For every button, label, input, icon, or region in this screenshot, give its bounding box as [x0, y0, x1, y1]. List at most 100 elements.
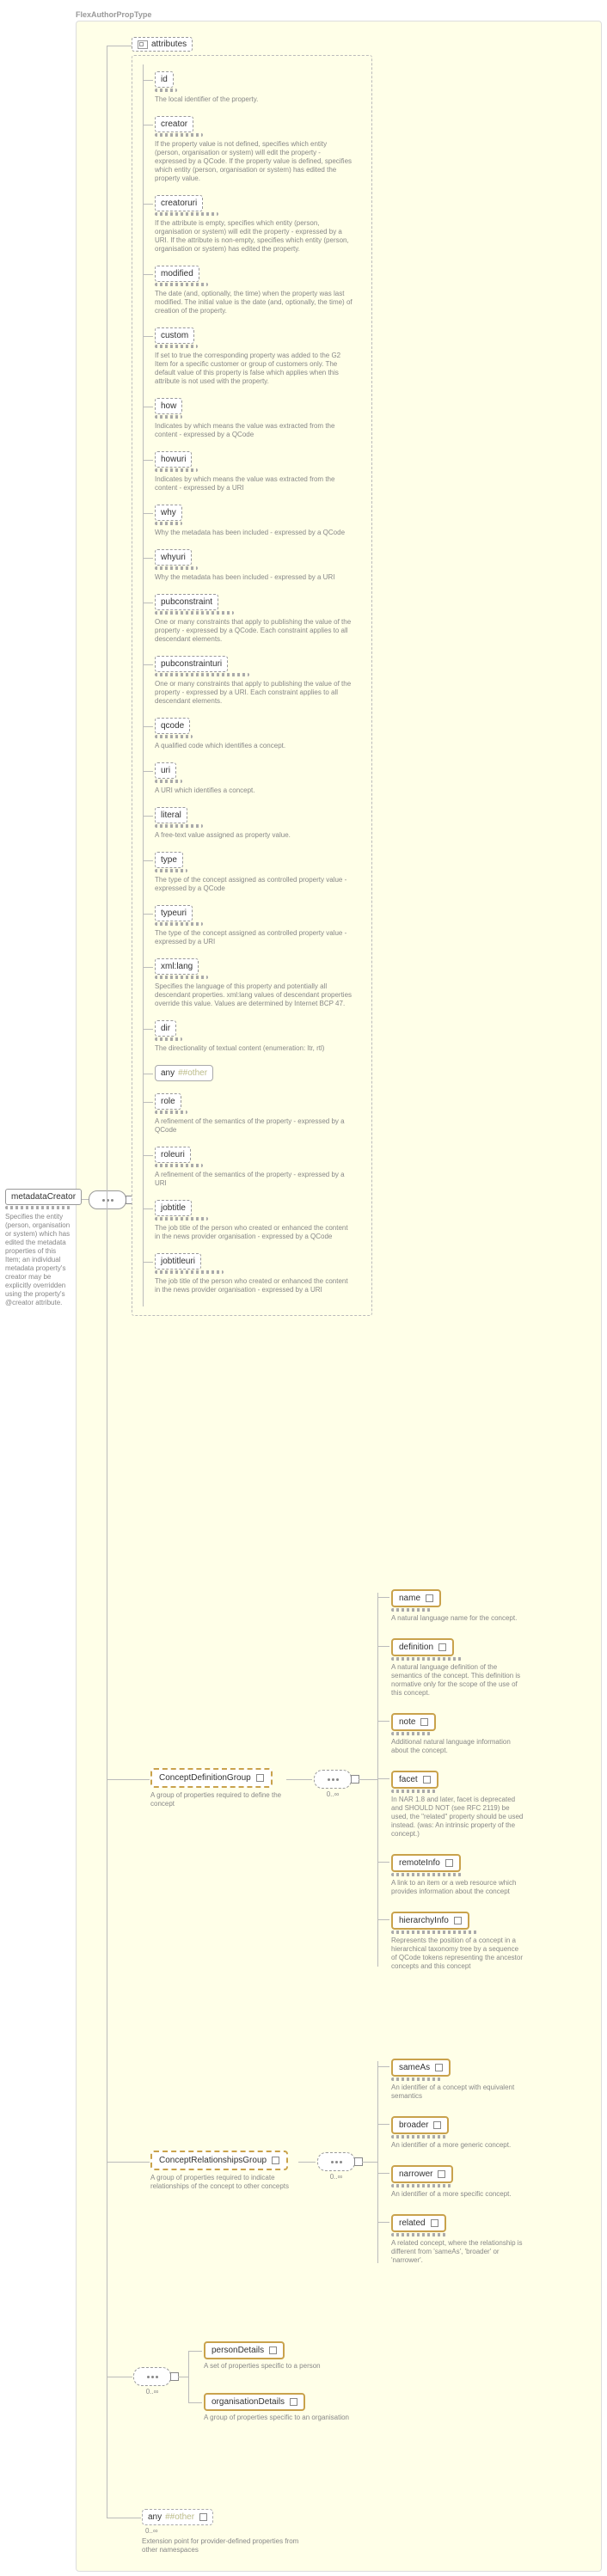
element-label: sameAs — [399, 2063, 430, 2072]
attribute-badge: why — [155, 505, 182, 521]
decorator — [391, 2233, 446, 2236]
decorator — [391, 1790, 436, 1793]
attribute-label: custom — [161, 331, 188, 340]
type-container: attributes idThe local identifier of the… — [76, 21, 602, 2572]
extension-any: any ##other 0..∞ Extension point for pro… — [142, 2509, 305, 2555]
decorator — [155, 283, 208, 286]
decorator — [155, 133, 203, 137]
connector — [143, 204, 153, 205]
decorator — [155, 673, 249, 676]
attribute-desc: If the attribute is empty, specifies whi… — [155, 219, 353, 254]
connector — [143, 1102, 153, 1103]
element-badge: organisationDetails — [204, 2393, 305, 2411]
connector — [298, 2162, 316, 2163]
attribute-id: id The local identifier of the property. — [155, 71, 363, 104]
attribute-desc: Indicates by which means the value was e… — [155, 475, 353, 493]
connector — [107, 2162, 150, 2163]
element-badge: related — [391, 2214, 446, 2232]
attribute-desc: The type of the concept assigned as cont… — [155, 929, 353, 946]
cardinality: 0..∞ — [145, 2527, 305, 2535]
attribute-desc: Why the metadata has been included - exp… — [155, 529, 353, 537]
attribute-desc: Why the metadata has been included - exp… — [155, 573, 353, 582]
attribute-badge: literal — [155, 807, 187, 823]
attribute-label: id — [161, 75, 168, 84]
attribute-desc: The directionality of textual content (e… — [155, 1044, 353, 1053]
connector — [143, 816, 153, 817]
child-remoteinfo: remoteInfoA link to an item or a web res… — [391, 1854, 537, 1896]
attribute-custom: customIf set to true the corresponding p… — [155, 327, 363, 386]
connector — [359, 1779, 377, 1780]
decorator — [391, 1608, 431, 1612]
child-related: relatedA related concept, where the rela… — [391, 2214, 537, 2265]
element-label: metadataCreator — [11, 1192, 76, 1202]
attribute-label: qcode — [161, 721, 184, 731]
attribute-label: literal — [161, 811, 181, 820]
element-label: definition — [399, 1643, 433, 1652]
connector — [143, 558, 153, 559]
element-badge: sameAs — [391, 2059, 451, 2077]
attribute-typeuri: typeuri The type of the concept assigned … — [155, 905, 363, 946]
any-label: any — [148, 2512, 162, 2522]
organisation-details: organisationDetails A group of propertie… — [204, 2393, 349, 2422]
child-hierarchyinfo: hierarchyInfoRepresents the position of … — [391, 1912, 537, 1971]
attribute-badge: creator — [155, 116, 193, 132]
attribute-label: creatoruri — [161, 199, 197, 208]
sequence-compositor: 0..∞ — [314, 1770, 352, 1798]
decorator — [155, 212, 218, 216]
decorator — [155, 780, 182, 783]
attribute-xmllang: xml:langSpecifies the language of this p… — [155, 958, 363, 1008]
connector — [143, 1208, 153, 1209]
element-desc: Specifies the entity (person, organisati… — [5, 1213, 71, 1307]
element-label: note — [399, 1717, 415, 1727]
attribute-label: xml:lang — [161, 962, 193, 971]
element-label: organisationDetails — [212, 2397, 285, 2407]
connector — [377, 1593, 378, 1967]
attribute-label: type — [161, 855, 177, 865]
attribute-type: typeThe type of the concept assigned as … — [155, 852, 363, 893]
attribute-desc: If the property value is not defined, sp… — [155, 140, 353, 183]
attribute-desc: The job title of the person who created … — [155, 1224, 353, 1241]
any-label: any — [161, 1068, 175, 1078]
element-badge: hierarchyInfo — [391, 1912, 469, 1930]
attribute-label: jobtitle — [161, 1203, 186, 1213]
connector — [188, 2402, 202, 2403]
any-badge: any ##other — [155, 1065, 213, 1081]
decorator — [155, 1037, 182, 1041]
attribute-creatoruri: creatoruri If the attribute is empty, spe… — [155, 195, 363, 254]
connector — [286, 1779, 312, 1780]
decorator — [5, 1206, 71, 1209]
attribute-desc: A URI which identifies a concept. — [155, 786, 353, 795]
attribute-whyuri: whyuri Why the metadata has been included… — [155, 549, 363, 582]
attribute-desc: The local identifier of the property. — [155, 95, 353, 104]
decorator — [155, 869, 187, 872]
child-broader: broaderAn identifier of a more generic c… — [391, 2116, 537, 2150]
element-badge: broader — [391, 2116, 449, 2134]
element-label: hierarchyInfo — [399, 1916, 449, 1925]
element-desc: A group of properties specific to an org… — [204, 2414, 349, 2422]
person-details: personDetails A set of properties specif… — [204, 2341, 321, 2371]
child-note: noteAdditional natural language informat… — [391, 1713, 537, 1755]
connector — [143, 274, 153, 275]
attribute-dir: dirThe directionality of textual content… — [155, 1020, 363, 1053]
decorator — [155, 1217, 208, 1221]
children-list: sameAsAn identifier of a concept with eq… — [391, 2050, 537, 2280]
attribute-pubconstraint: pubconstraintOne or many constraints tha… — [155, 594, 363, 644]
decorator — [155, 415, 182, 419]
attribute-badge: pubconstrainturi — [155, 656, 228, 672]
decorator — [155, 89, 177, 92]
connector — [143, 1262, 153, 1263]
attributes-group: attributes idThe local identifier of the… — [132, 37, 372, 1316]
attribute-label: role — [161, 1097, 175, 1106]
connector — [143, 664, 153, 665]
attribute-desc: A qualified code which identifies a conc… — [155, 742, 353, 750]
element-label: remoteInfo — [399, 1858, 440, 1868]
attribute-badge: jobtitle — [155, 1200, 192, 1216]
connector — [143, 1029, 153, 1030]
attribute-desc: Indicates by which means the value was e… — [155, 422, 353, 439]
connector — [143, 914, 153, 915]
attribute-modified: modifiedThe date (and, optionally, the t… — [155, 266, 363, 315]
attribute-badge: whyuri — [155, 549, 192, 566]
attribute-label: typeuri — [161, 909, 187, 918]
child-narrower: narrowerAn identifier of a more specific… — [391, 2165, 537, 2199]
attribute-label: jobtitleuri — [161, 1257, 195, 1266]
